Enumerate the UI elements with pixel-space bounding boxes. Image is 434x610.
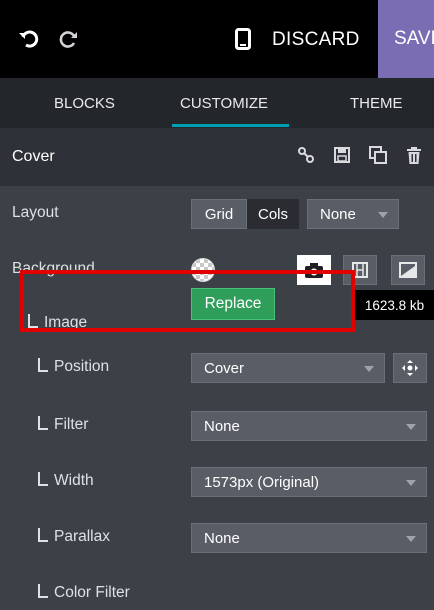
- duplicate-icon[interactable]: [368, 144, 388, 166]
- position-value: Cover: [204, 359, 245, 377]
- position-label: Position: [38, 358, 109, 376]
- chevron-down-icon: [406, 480, 416, 486]
- section-actions: [296, 144, 424, 166]
- layout-label: Layout: [12, 204, 59, 221]
- tree-elbow: [38, 358, 48, 372]
- layout-columns-value: None: [320, 205, 356, 223]
- section-header: Cover: [0, 128, 434, 186]
- filter-label-text: Filter: [54, 416, 89, 433]
- mobile-preview-icon[interactable]: [228, 22, 258, 56]
- width-row: Width 1573px (Original): [0, 454, 434, 510]
- undo-icon[interactable]: [14, 22, 44, 56]
- save-button[interactable]: SAVE: [378, 0, 434, 78]
- tab-customize[interactable]: CUSTOMIZE: [180, 78, 268, 128]
- editor-topbar: DISCARD SAVE: [0, 0, 434, 78]
- color-filter-done: [0, 510, 434, 566]
- tree-elbow: [38, 472, 48, 486]
- filter-value: None: [204, 417, 240, 435]
- color-filter-row: Color Filter: [0, 566, 434, 610]
- position-adjust-button[interactable]: [393, 353, 427, 383]
- discard-button[interactable]: DISCARD: [272, 24, 360, 56]
- highlight-box: [20, 270, 355, 332]
- tab-theme[interactable]: THEME: [350, 78, 403, 128]
- save-icon[interactable]: [332, 144, 352, 166]
- background-shape-button[interactable]: [391, 255, 425, 285]
- chevron-down-icon: [378, 212, 388, 218]
- tab-blocks[interactable]: BLOCKS: [54, 78, 115, 128]
- move-icon: [402, 360, 418, 376]
- shape-icon: [399, 262, 417, 278]
- color-filter-label: Color Filter: [38, 584, 130, 602]
- editor-tabs: BLOCKS CUSTOMIZE THEME: [0, 78, 434, 128]
- active-tab-indicator: [172, 124, 289, 127]
- tree-elbow: [38, 416, 48, 430]
- delete-icon[interactable]: [404, 144, 424, 166]
- tree-elbow: [38, 584, 48, 598]
- width-label: Width: [38, 472, 94, 490]
- filter-label: Filter: [38, 416, 88, 434]
- section-title: Cover: [12, 148, 55, 165]
- redo-icon[interactable]: [54, 22, 84, 56]
- width-value: 1573px (Original): [204, 473, 320, 491]
- layout-columns-select[interactable]: None: [307, 199, 399, 229]
- width-label-text: Width: [54, 472, 94, 489]
- filter-row: Filter None: [0, 398, 434, 454]
- layout-row: Layout Grid Cols None: [0, 186, 434, 242]
- position-select[interactable]: Cover: [191, 353, 385, 383]
- color-filter-label-text: Color Filter: [54, 584, 130, 601]
- width-select[interactable]: 1573px (Original): [191, 467, 427, 497]
- layout-cols-button[interactable]: Cols: [247, 199, 299, 229]
- chevron-down-icon: [406, 424, 416, 430]
- chevron-down-icon: [364, 366, 374, 372]
- filter-select[interactable]: None: [191, 411, 427, 441]
- position-label-text: Position: [54, 358, 110, 375]
- link-icon[interactable]: [296, 144, 316, 166]
- layout-grid-button[interactable]: Grid: [191, 199, 247, 229]
- image-size-tooltip: 1623.8 kb: [355, 290, 434, 320]
- position-row: Position Cover: [0, 340, 434, 396]
